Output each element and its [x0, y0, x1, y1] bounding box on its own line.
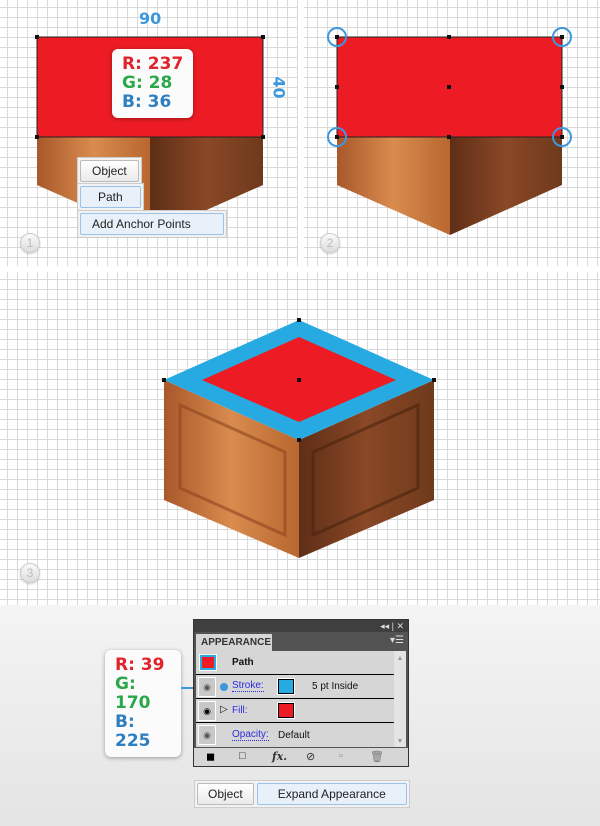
menu-object: Object [77, 157, 142, 185]
add-new-stroke-icon[interactable]: ◼ [206, 750, 215, 763]
artwork [35, 27, 572, 558]
appearance-panel: ◂◂ | ✕ APPEARANCE ▾☰ Path ◉ Stroke: 5 pt… [193, 619, 409, 767]
path-thumbnail [200, 655, 216, 670]
fill-label[interactable]: Fill: [232, 705, 248, 716]
menu-item-expand-appearance[interactable]: Expand Appearance [256, 783, 407, 805]
stroke-value[interactable]: 5 pt Inside [312, 681, 358, 692]
scrollbar[interactable]: ▲ ▼ [394, 651, 406, 747]
delete-item-icon[interactable]: 🗑 [370, 750, 384, 763]
opacity-link[interactable]: Opacity: [232, 729, 269, 741]
visibility-eye-icon[interactable]: ◉ [198, 725, 216, 745]
fill-color-callout: R: 237 G: 28 B: 36 [112, 49, 194, 118]
appearance-list: Path ◉ Stroke: 5 pt Inside ◉ ▷ Fill: ◉ O… [196, 651, 406, 747]
blue-value: B: 36 [122, 92, 172, 112]
bottom-menu: Object Expand Appearance [194, 780, 410, 808]
red-value: R: 237 [122, 54, 184, 74]
menu-item-add-anchor-points[interactable]: Add Anchor Points [80, 213, 224, 235]
expand-triangle-icon[interactable] [220, 683, 228, 691]
stroke-link[interactable]: Stroke: [232, 680, 264, 692]
tab-appearance[interactable]: APPEARANCE [196, 634, 272, 651]
stroke-color-callout: R: 39 G: 170 B: 225 [105, 650, 181, 757]
appearance-row-fill[interactable]: ◉ ▷ Fill: [196, 699, 394, 723]
appearance-row-stroke[interactable]: ◉ Stroke: 5 pt Inside [196, 675, 394, 699]
stroke-swatch[interactable] [278, 679, 294, 694]
appearance-row-opacity[interactable]: ◉ Opacity: Default [196, 723, 394, 747]
menu-path: Path [77, 183, 144, 211]
expand-triangle-icon[interactable]: ▷ [220, 704, 228, 715]
step-badge-1: 1 [20, 233, 40, 253]
menu-item-object[interactable]: Object [80, 160, 139, 182]
add-new-fill-icon[interactable]: □ [239, 750, 246, 762]
panel-footer: ◼ □ fx. ⊘ ▫ 🗑 [194, 748, 408, 766]
appearance-row-path[interactable]: Path [196, 651, 394, 675]
fill-swatch[interactable] [278, 703, 294, 718]
menu-item-path[interactable]: Path [80, 186, 141, 208]
crate-step2 [327, 27, 572, 235]
crate-step3 [162, 318, 436, 558]
menu-item-object[interactable]: Object [197, 783, 254, 805]
object-label: Path [232, 657, 254, 668]
red-value: R: 39 [115, 655, 165, 675]
panel-controls[interactable]: ◂◂ | ✕ [194, 620, 408, 632]
panel-menu-icon[interactable]: ▾☰ [390, 635, 404, 646]
step-badge-2: 2 [320, 233, 340, 253]
green-value: G: 28 [122, 73, 173, 93]
step-badge-3: 3 [20, 563, 40, 583]
width-label: 90 [139, 9, 162, 28]
visibility-eye-icon[interactable]: ◉ [198, 701, 216, 721]
blue-value: B: 225 [115, 712, 151, 751]
green-value: G: 170 [115, 674, 151, 713]
visibility-eye-icon[interactable]: ◉ [198, 677, 216, 697]
menu-add-anchor: Add Anchor Points [77, 210, 227, 238]
clear-appearance-icon[interactable]: ⊘ [306, 750, 315, 763]
fx-icon[interactable]: fx. [272, 750, 287, 763]
duplicate-item-icon[interactable]: ▫ [339, 750, 343, 762]
height-label: 40 [269, 76, 289, 99]
opacity-value: Default [278, 730, 310, 741]
